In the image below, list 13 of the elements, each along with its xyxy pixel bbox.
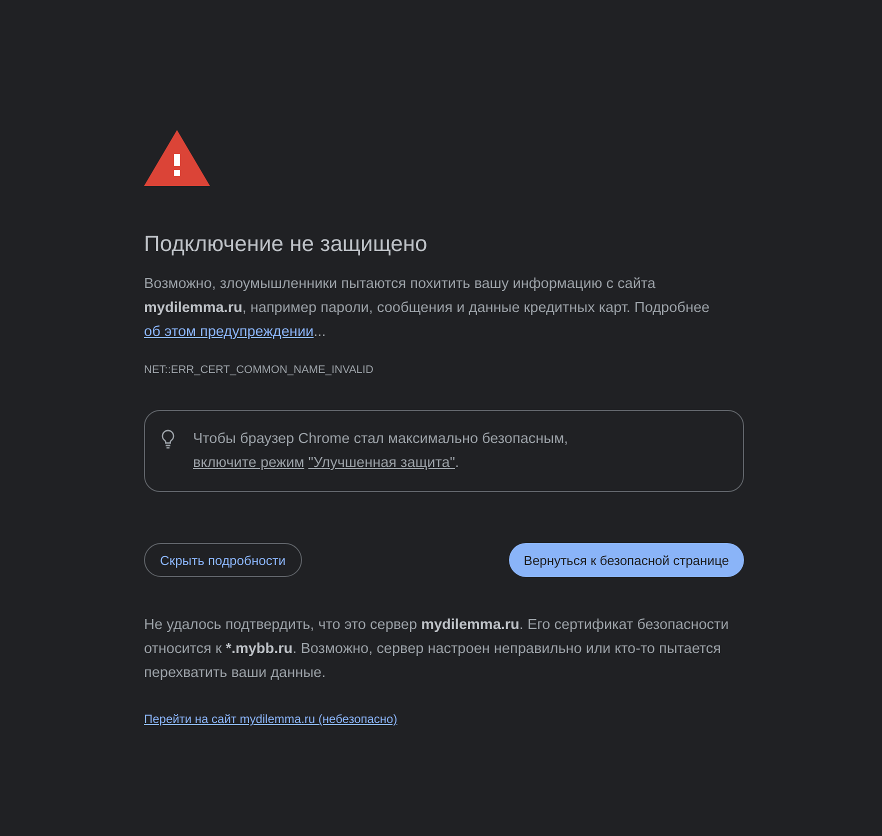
warning-text: Возможно, злоумышленники пытаются похитить вашу информацию с сайта mydilemma.ru, например пароли, сообщения и данные кредитных карт. Подробнее об этом предупреждении... (144, 275, 711, 342)
error-code: NET::ERR_CERT_COMMON_NAME_INVALID (144, 364, 374, 376)
lightbulb-icon (161, 429, 175, 449)
learn-more-link[interactable]: об этом предупреждении (144, 324, 314, 340)
enhanced-protection-link[interactable]: включите режим (193, 455, 304, 471)
enhanced-protection-link[interactable]: "Улучшенная защита" (308, 455, 455, 471)
warning-icon (144, 130, 210, 186)
details-button[interactable]: Скрыть подробности (144, 543, 302, 577)
back-to-safety-button[interactable]: Вернуться к безопасной странице (508, 543, 744, 577)
details-text: Не удалось подтвердить, что это сервер mydilemma.ru. Его сертификат безопасности относится к *.mybb.ru. Возможно, сервер настроен неправильно или кто-то пытается перехватить ваши данные. (144, 616, 730, 683)
tip-text: Чтобы браузер Chrome стал максимально безопасным, включите режим "Улучшенная защита". (193, 430, 570, 473)
proceed-link[interactable]: Перейти на сайт mydilemma.ru (небезопасно) (144, 712, 398, 726)
page-heading: Подключение не защищено (144, 230, 428, 258)
